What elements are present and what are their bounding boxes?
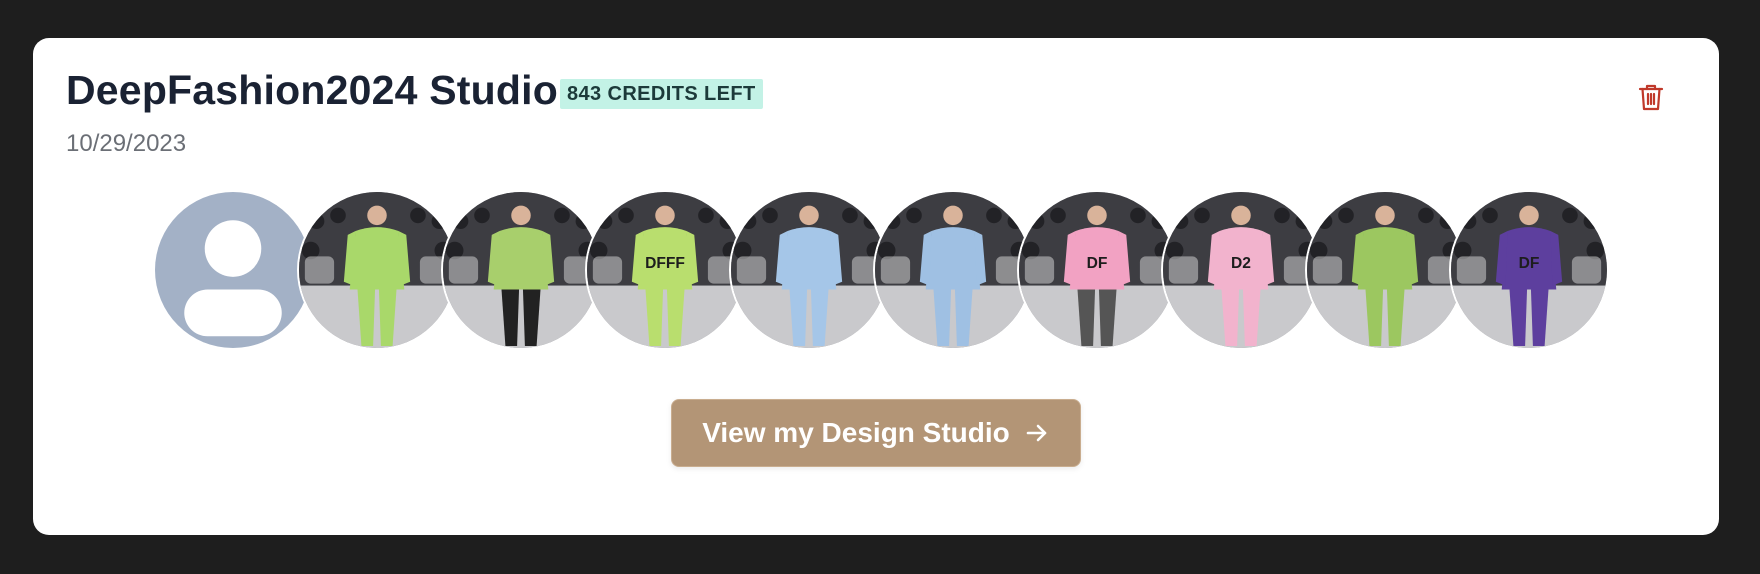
placeholder-avatar[interactable] bbox=[153, 190, 313, 350]
outfit-logo-text: DF bbox=[1087, 255, 1108, 272]
look-pink-grey-jacket[interactable]: D2 bbox=[1161, 190, 1321, 350]
outfit-logo-text: DF bbox=[1519, 255, 1540, 272]
look-green-hoodie[interactable]: DFFF bbox=[585, 190, 745, 350]
look-green-coat[interactable] bbox=[441, 190, 601, 350]
trash-icon bbox=[1638, 84, 1664, 111]
outfit-logo-text: D2 bbox=[1231, 255, 1251, 272]
look-green-trench[interactable] bbox=[1305, 190, 1465, 350]
studio-date: 10/29/2023 bbox=[66, 130, 187, 157]
look-blue-dress[interactable] bbox=[729, 190, 889, 350]
studio-card: DeepFashion2024 Studio 843 CREDITS LEFT … bbox=[33, 38, 1719, 535]
view-design-studio-button[interactable]: View my Design Studio bbox=[671, 399, 1081, 467]
credits-badge: 843 CREDITS LEFT bbox=[559, 78, 763, 109]
cta-label: View my Design Studio bbox=[702, 417, 1010, 448]
look-purple-jumpsuit[interactable]: DF bbox=[1449, 190, 1609, 350]
look-blue-jumpsuit[interactable] bbox=[873, 190, 1033, 350]
look-pink-sweater[interactable]: DF bbox=[1017, 190, 1177, 350]
delete-studio-button[interactable] bbox=[1637, 82, 1665, 112]
outfit-logo-text: DFFF bbox=[645, 255, 685, 272]
user-icon bbox=[155, 192, 311, 348]
look-green-suit[interactable] bbox=[297, 190, 457, 350]
title-row: DeepFashion2024 Studio 843 CREDITS LEFT bbox=[66, 70, 763, 111]
studio-title: DeepFashion2024 Studio bbox=[66, 67, 558, 113]
arrow-right-icon bbox=[1026, 424, 1047, 442]
